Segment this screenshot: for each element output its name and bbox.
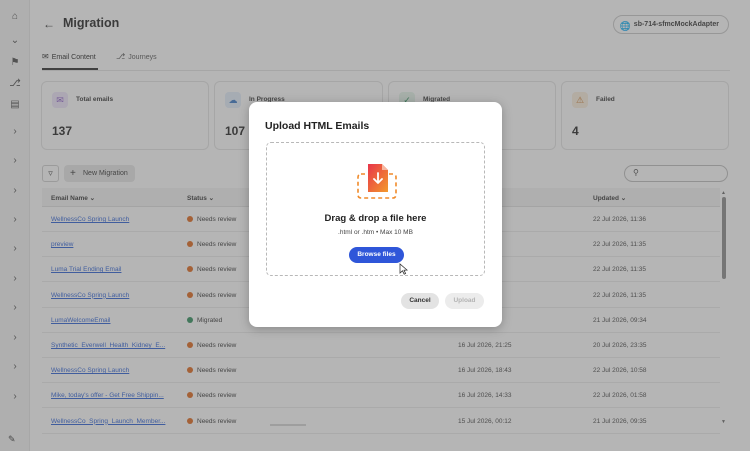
dialog-title: Upload HTML Emails <box>265 120 370 132</box>
cancel-button[interactable]: Cancel <box>401 293 439 309</box>
upload-dialog: Upload HTML Emails Drag & drop a file he… <box>249 102 502 327</box>
upload-button[interactable]: Upload <box>445 293 484 309</box>
file-dropzone[interactable]: Drag & drop a file here .html or .htm • … <box>266 142 485 276</box>
mouse-cursor-icon <box>399 263 408 275</box>
file-download-icon <box>357 164 397 199</box>
dropzone-hint: .html or .htm • Max 10 MB <box>338 229 413 236</box>
dropzone-title: Drag & drop a file here <box>324 213 427 224</box>
browse-files-button[interactable]: Browse files <box>349 247 404 263</box>
